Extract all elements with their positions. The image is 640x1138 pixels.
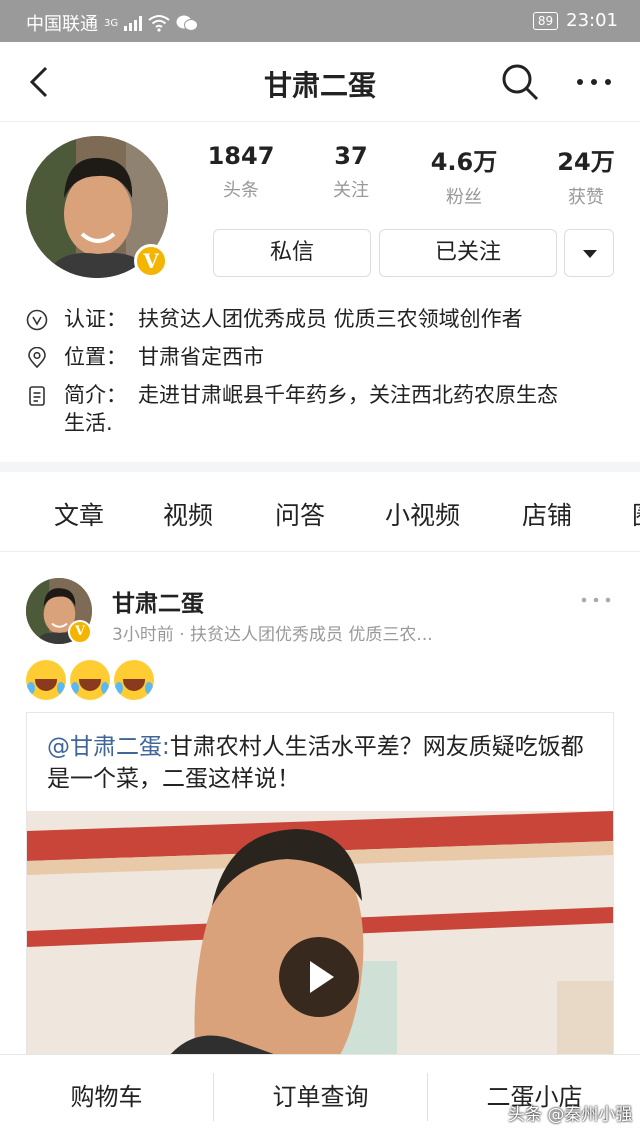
network-type: 3G	[104, 17, 119, 29]
tab-qa[interactable]: 问答	[275, 496, 325, 532]
search-button[interactable]	[500, 62, 540, 102]
clock: 23:01	[566, 10, 618, 31]
signal-icon	[124, 15, 143, 31]
cart-button[interactable]: 购物车	[0, 1055, 213, 1138]
watermark: 头条 @秦州小强	[508, 1105, 633, 1125]
video-thumbnail[interactable]	[27, 811, 613, 1073]
post-verified-badge: V	[68, 620, 92, 644]
shared-post-text: @甘肃二蛋:甘肃农村人生活水平差？网友质疑吃饭都是一个菜，二蛋这样说！	[47, 731, 603, 795]
tab-shop[interactable]: 店铺	[522, 496, 572, 532]
stat-label: 头条	[223, 180, 259, 201]
search-icon	[502, 64, 539, 101]
bio-text-line2: 生活.	[64, 411, 113, 435]
tab-videos[interactable]: 视频	[163, 496, 213, 532]
more-dots-icon	[581, 597, 611, 603]
tab-short-videos[interactable]: 小视频	[385, 496, 460, 532]
stat-value: 4.6万	[430, 148, 498, 176]
follow-button[interactable]: 已关注	[379, 229, 557, 277]
top-navigation-bar: 甘肃二蛋	[0, 42, 640, 122]
certification-label: 认证：	[64, 307, 127, 331]
shared-post-card[interactable]: @甘肃二蛋:甘肃农村人生活水平差？网友质疑吃饭都是一个菜，二蛋这样说！	[26, 712, 614, 1073]
verified-circle-icon	[26, 309, 48, 331]
certification-text: 扶贫达人团优秀成员 优质三农领域创作者	[138, 307, 523, 331]
document-icon	[29, 386, 45, 406]
stat-followers[interactable]: 4.6万 粉丝	[409, 142, 519, 209]
message-button[interactable]: 私信	[213, 229, 371, 277]
recommend-dropdown-button[interactable]	[564, 229, 614, 277]
stat-following[interactable]: 37 关注	[296, 142, 406, 202]
battery-indicator: 89	[532, 11, 559, 30]
post-meta: 3小时前 · 扶贫达人团优秀成员 优质三农...	[112, 625, 433, 645]
tab-circle[interactable]: 圈	[632, 496, 640, 532]
stat-value: 24万	[557, 148, 615, 176]
stat-label: 获赞	[568, 187, 604, 208]
content-tabs: 文章 视频 问答 小视频 店铺 圈	[0, 472, 640, 552]
order-query-button[interactable]: 订单查询	[214, 1055, 427, 1138]
bottom-action-bar: 购物车 订单查询 二蛋小店	[0, 1054, 640, 1138]
page-title: 甘肃二蛋	[263, 69, 376, 102]
stat-label: 关注	[333, 180, 369, 201]
post-more-button[interactable]	[578, 590, 614, 610]
stat-likes[interactable]: 24万 获赞	[531, 142, 640, 209]
stat-value: 37	[334, 142, 368, 170]
more-options-button[interactable]	[572, 62, 616, 102]
stat-value: 1847	[207, 142, 275, 170]
location-label: 位置：	[64, 345, 127, 369]
location-pin-icon	[28, 347, 46, 369]
laugh-cry-emoji-icon	[70, 660, 110, 700]
shop-button[interactable]: 二蛋小店	[428, 1055, 640, 1138]
laugh-cry-emoji-icon	[26, 660, 66, 700]
verified-badge: V	[134, 244, 168, 278]
status-bar: 中国联通 3G 89 23:01	[0, 0, 640, 42]
stat-articles[interactable]: 1847 头条	[186, 142, 296, 202]
more-dots-icon	[577, 79, 611, 85]
mention-link[interactable]: @甘肃二蛋:	[47, 734, 170, 760]
section-divider	[0, 462, 640, 472]
play-button[interactable]	[279, 937, 359, 1017]
bio-text-line1: 走进甘肃岷县千年药乡，关注西北药农原生态	[138, 383, 558, 407]
post-emoji-row	[26, 660, 154, 700]
post-author-name[interactable]: 甘肃二蛋	[112, 584, 204, 618]
wechat-icon	[176, 15, 199, 31]
tab-articles[interactable]: 文章	[54, 496, 104, 532]
location-text: 甘肃省定西市	[138, 345, 264, 369]
wifi-icon	[148, 15, 170, 32]
carrier-label: 中国联通	[26, 14, 98, 35]
laugh-cry-emoji-icon	[114, 660, 154, 700]
stat-label: 粉丝	[446, 187, 482, 208]
